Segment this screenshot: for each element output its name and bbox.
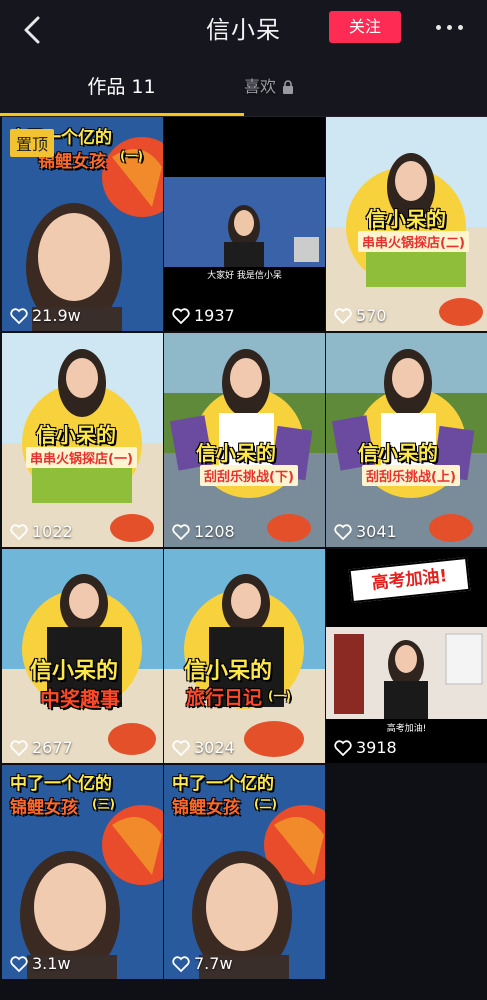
heart-icon [10,955,28,972]
video-caption: 大家好 我是信小呆 [207,271,282,281]
cover-subtitle: 刮刮乐挑战(上) [362,465,460,486]
profile-tabs: 作品 11 喜欢 [0,58,487,117]
heart-icon [334,739,352,756]
page-title: 信小呆 [206,16,281,44]
like-count-text: 3041 [356,522,397,541]
video-thumbnail[interactable]: 高考加油! 高考加油! 3918 [326,549,487,763]
heart-icon [334,307,352,324]
back-arrow-icon[interactable] [14,12,50,48]
cover-title: 信小呆的 [366,207,446,231]
lock-icon [283,80,294,94]
video-thumbnail[interactable]: 中了一个亿的 锦鲤女孩 (三) 3.1w [2,765,163,979]
like-count-text: 7.7w [194,954,233,973]
cover-title: 信小呆的 [358,441,438,465]
video-thumbnail[interactable]: 信小呆的 串串火锅探店(二) 570 [326,117,487,331]
cover-title: 信小呆的 [30,659,119,684]
thumbnail-image [164,117,325,331]
video-thumbnail[interactable]: 大家好 我是信小呆 1937 [164,117,325,331]
like-count-text: 3024 [194,738,235,757]
tab-likes-label: 喜欢 [244,77,277,96]
tab-works-label: 作品 11 [87,76,156,98]
heart-icon [172,739,190,756]
heart-icon [10,523,28,540]
tab-works[interactable]: 作品 11 [0,58,244,116]
cover-title: 信小呆的 [196,441,276,465]
heart-icon [10,739,28,756]
video-thumbnail[interactable]: 信小呆的 刮刮乐挑战(下) 1208 [164,333,325,547]
like-count: 21.9w [10,306,81,325]
tab-active-indicator [0,113,244,116]
heart-icon [10,307,28,324]
cover-part: (一) [120,149,143,163]
heart-icon [172,955,190,972]
like-count-text: 1022 [32,522,73,541]
like-count-text: 1937 [194,306,235,325]
cover-title: 中了一个亿的 [10,774,112,794]
cover-subtitle: 中奖趣事 [40,687,120,711]
like-count: 1022 [10,522,73,541]
like-count: 1208 [172,522,235,541]
cover-subtitle: 旅行日记 [186,687,263,709]
more-options-icon[interactable] [432,18,466,38]
like-count: 3041 [334,522,397,541]
cover-part: (一) [268,689,291,703]
video-thumbnail[interactable]: 信小呆的 刮刮乐挑战(上) 3041 [326,333,487,547]
like-count: 2677 [10,738,73,757]
video-thumbnail[interactable]: 中了一个亿的 锦鲤女孩 (一) 置顶 21.9w [2,117,163,331]
heart-icon [172,523,190,540]
like-count-text: 2677 [32,738,73,757]
video-thumbnail[interactable]: 中了一个亿的 锦鲤女孩 (二) 7.7w [164,765,325,979]
cover-title: 中了一个亿的 [172,774,274,794]
tab-likes[interactable]: 喜欢 [244,58,487,116]
cover-subtitle: 锦鲤女孩 [10,798,78,818]
like-count-text: 3918 [356,738,397,757]
video-caption: 高考加油! [386,724,427,734]
like-count: 7.7w [172,954,233,973]
cover-part: (三) [92,797,115,811]
follow-button[interactable]: 关注 [329,11,401,43]
pinned-badge: 置顶 [10,129,55,157]
cover-subtitle: 刮刮乐挑战(下) [200,465,298,486]
cover-title: 信小呆的 [36,423,116,447]
cover-subtitle: 串串火锅探店(一) [26,447,137,468]
heart-icon [334,523,352,540]
cover-title: 信小呆的 [184,659,273,684]
cover-subtitle: 锦鲤女孩 [172,798,240,818]
like-count: 1937 [172,306,235,325]
video-thumbnail[interactable]: 信小呆的 串串火锅探店(一) 1022 [2,333,163,547]
like-count-text: 21.9w [32,306,81,325]
like-count: 570 [334,306,387,325]
like-count-text: 3.1w [32,954,71,973]
cover-subtitle: 串串火锅探店(二) [358,231,469,252]
cover-part: (二) [254,797,277,811]
top-bar: 信小呆 关注 [0,0,487,58]
video-thumbnail[interactable]: 信小呆的 中奖趣事 2677 [2,549,163,763]
video-thumbnail[interactable]: 信小呆的 旅行日记 (一) 3024 [164,549,325,763]
like-count: 3918 [334,738,397,757]
like-count-text: 1208 [194,522,235,541]
like-count-text: 570 [356,306,387,325]
like-count: 3.1w [10,954,71,973]
heart-icon [172,307,190,324]
like-count: 3024 [172,738,235,757]
